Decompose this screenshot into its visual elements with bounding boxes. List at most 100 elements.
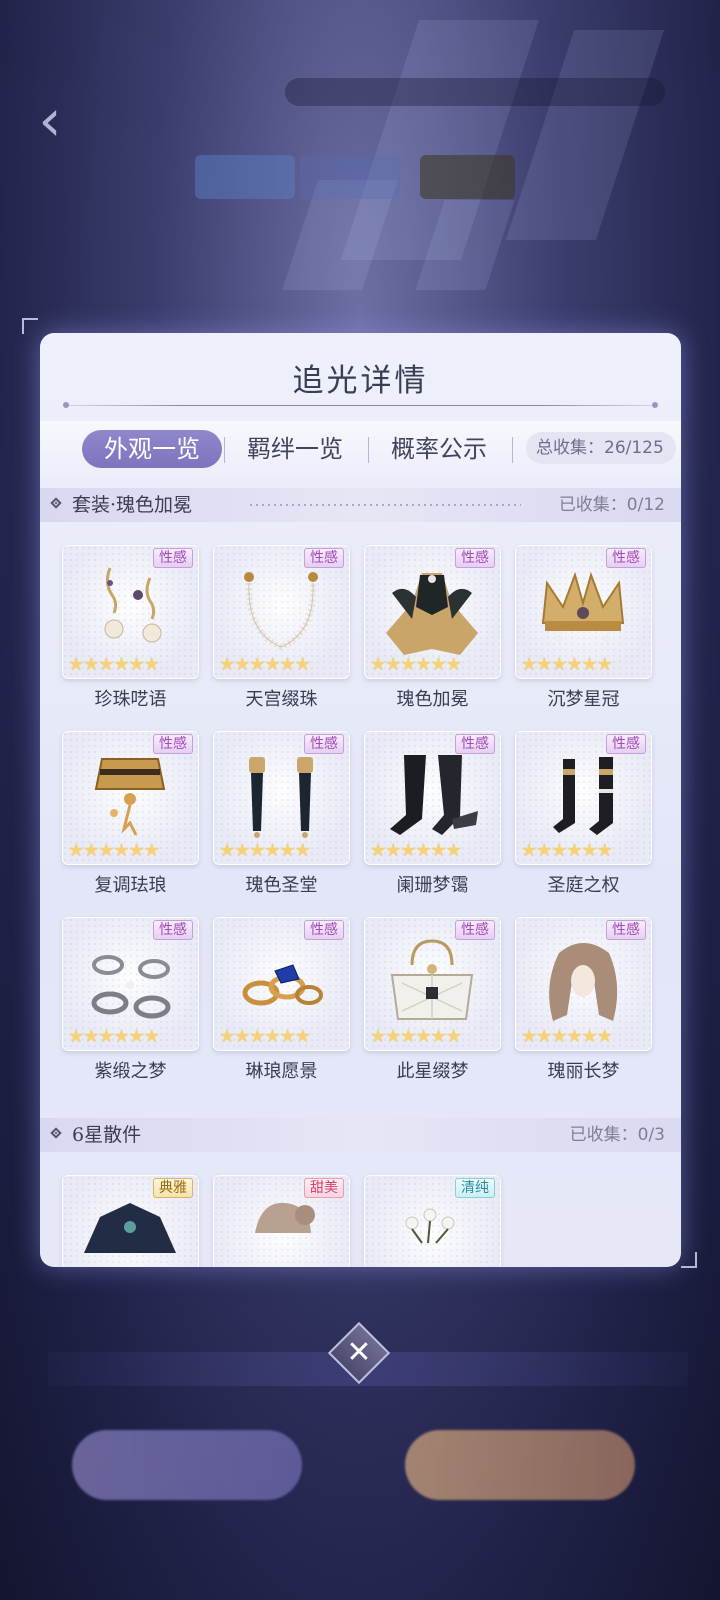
- event-tab-3[interactable]: [420, 155, 515, 199]
- dotted-divider: [250, 504, 521, 506]
- diamond-icon: [50, 1127, 62, 1139]
- tab-divider: [512, 437, 513, 463]
- item-card[interactable]: 性感 ★★★★★★ 沉梦星冠: [515, 545, 652, 711]
- item-name: 琳琅愿景: [245, 1061, 318, 1082]
- item-name: 紫缎之梦: [94, 1061, 167, 1082]
- item-name: 瑰色圣堂: [245, 875, 318, 896]
- corner-decoration: [681, 1252, 697, 1268]
- style-tag: 典雅: [153, 1178, 193, 1198]
- total-collected: 总收集：26/125: [526, 432, 676, 464]
- style-tag: 甜美: [304, 1178, 344, 1198]
- item-name: 此星缀梦: [396, 1061, 469, 1082]
- item-card[interactable]: 甜美: [213, 1175, 350, 1267]
- item-card[interactable]: 性感 ★★★★★★ 珍珠呓语: [62, 545, 199, 711]
- bracelets-icon: [91, 955, 171, 1019]
- style-tag: 性感: [606, 548, 646, 568]
- star-rating: ★★★★★★: [68, 1026, 160, 1047]
- star-rating: ★★★★★★: [521, 1026, 613, 1047]
- star-rating: ★★★★★★: [68, 840, 160, 861]
- tab-appearance[interactable]: 外观一览: [82, 430, 222, 468]
- item-name: 复调珐琅: [94, 875, 167, 896]
- style-tag: 性感: [606, 734, 646, 754]
- pearl-earrings-icon: [104, 567, 162, 643]
- star-rating: ★★★★★★: [219, 840, 311, 861]
- tab-bonds[interactable]: 羁绊一览: [230, 430, 360, 468]
- draw-once-button[interactable]: [72, 1430, 302, 1500]
- style-tag: 清纯: [455, 1178, 495, 1198]
- star-rating: ★★★★★★: [370, 840, 462, 861]
- style-tag: 性感: [153, 548, 193, 568]
- pearl-necklace-icon: [244, 572, 318, 651]
- style-tag: 性感: [304, 920, 344, 940]
- back-arrow-icon[interactable]: ‹: [28, 90, 72, 150]
- tab-probability[interactable]: 概率公示: [374, 430, 504, 468]
- item-card[interactable]: 性感 ★★★★★★ 瑰色圣堂: [213, 731, 350, 897]
- style-tag: 性感: [606, 920, 646, 940]
- white-flowers-icon: [405, 1208, 455, 1244]
- section-header-suit: 套装·瑰色加冕 已收集：0/12: [40, 488, 681, 522]
- section-collected: 已收集：0/3: [569, 1125, 665, 1145]
- style-tag: 性感: [455, 920, 495, 940]
- item-card[interactable]: 性感 ★★★★★★ 复调珐琅: [62, 731, 199, 897]
- stockings-icon: [390, 755, 478, 835]
- star-rating: ★★★★★★: [521, 654, 613, 675]
- enamel-collar-icon: [94, 758, 166, 836]
- gown-icon: [386, 573, 478, 655]
- gloves-icon: [249, 757, 313, 838]
- section-title: 6星散件: [72, 1124, 142, 1146]
- item-card[interactable]: 性感 ★★★★★★ 此星缀梦: [364, 917, 501, 1083]
- star-rating: ★★★★★★: [219, 1026, 311, 1047]
- event-title-logo: [205, 120, 525, 160]
- title-divider-dot: [63, 402, 69, 408]
- item-card[interactable]: 性感 ★★★★★★ 天宫缀珠: [213, 545, 350, 711]
- item-card[interactable]: 性感 ★★★★★★ 紫缎之梦: [62, 917, 199, 1083]
- star-rating: ★★★★★★: [68, 654, 160, 675]
- star-rating: ★★★★★★: [370, 654, 462, 675]
- long-hair-icon: [549, 943, 618, 1021]
- item-name: 沉梦星冠: [547, 689, 620, 710]
- item-card[interactable]: 性感 ★★★★★★ 圣庭之权: [515, 731, 652, 897]
- tab-bar: 外观一览 羁绊一览 概率公示 总收集：26/125: [40, 421, 681, 477]
- diamond-icon: [50, 497, 62, 509]
- item-card[interactable]: 性感 ★★★★★★ 瑰丽长梦: [515, 917, 652, 1083]
- title-divider-dot: [652, 402, 658, 408]
- star-rating: ★★★★★★: [521, 840, 613, 861]
- style-tag: 性感: [153, 920, 193, 940]
- crown-icon: [541, 571, 625, 643]
- item-name: 天宫缀珠: [245, 689, 318, 710]
- section-title: 套装·瑰色加冕: [72, 494, 193, 516]
- item-card[interactable]: 性感 ★★★★★★ 瑰色加冕: [364, 545, 501, 711]
- item-name: 圣庭之权: [547, 875, 620, 896]
- panel-title: 追光详情: [292, 363, 429, 399]
- handbag-icon: [390, 939, 474, 1020]
- item-name: 瑰丽长梦: [547, 1061, 620, 1082]
- style-tag: 性感: [304, 734, 344, 754]
- style-tag: 性感: [153, 734, 193, 754]
- star-rating: ★★★★★★: [370, 1026, 462, 1047]
- currency-bar: [285, 78, 665, 106]
- event-tab-2[interactable]: [300, 155, 400, 199]
- dark-coat-icon: [84, 1203, 176, 1253]
- star-rating: ★★★★★★: [219, 654, 311, 675]
- gacha-detail-panel: 追光详情 外观一览 羁绊一览 概率公示 总收集：26/125 套装·瑰色加冕 已…: [40, 333, 681, 1267]
- draw-ten-button[interactable]: [405, 1430, 635, 1500]
- item-card[interactable]: 性感 ★★★★★★ 阑珊梦霭: [364, 731, 501, 897]
- rings-icon: [242, 964, 323, 1006]
- title-divider: [66, 405, 655, 406]
- section-collected: 已收集：0/12: [558, 495, 665, 515]
- tab-divider: [368, 437, 369, 463]
- hair-bun-icon: [255, 1202, 315, 1233]
- tab-divider: [224, 437, 225, 463]
- item-name: 瑰色加冕: [396, 689, 469, 710]
- item-card[interactable]: 典雅: [62, 1175, 199, 1267]
- section-header-6star: 6星散件 已收集：0/3: [40, 1118, 681, 1152]
- item-card[interactable]: 性感 ★★★★★★ 琳琅愿景: [213, 917, 350, 1083]
- event-tab-1[interactable]: [195, 155, 295, 199]
- style-tag: 性感: [455, 548, 495, 568]
- item-card[interactable]: 清纯: [364, 1175, 501, 1267]
- style-tag: 性感: [304, 548, 344, 568]
- boots-icon: [553, 757, 613, 835]
- corner-decoration: [22, 318, 38, 334]
- style-tag: 性感: [455, 734, 495, 754]
- item-name: 阑珊梦霭: [396, 875, 469, 896]
